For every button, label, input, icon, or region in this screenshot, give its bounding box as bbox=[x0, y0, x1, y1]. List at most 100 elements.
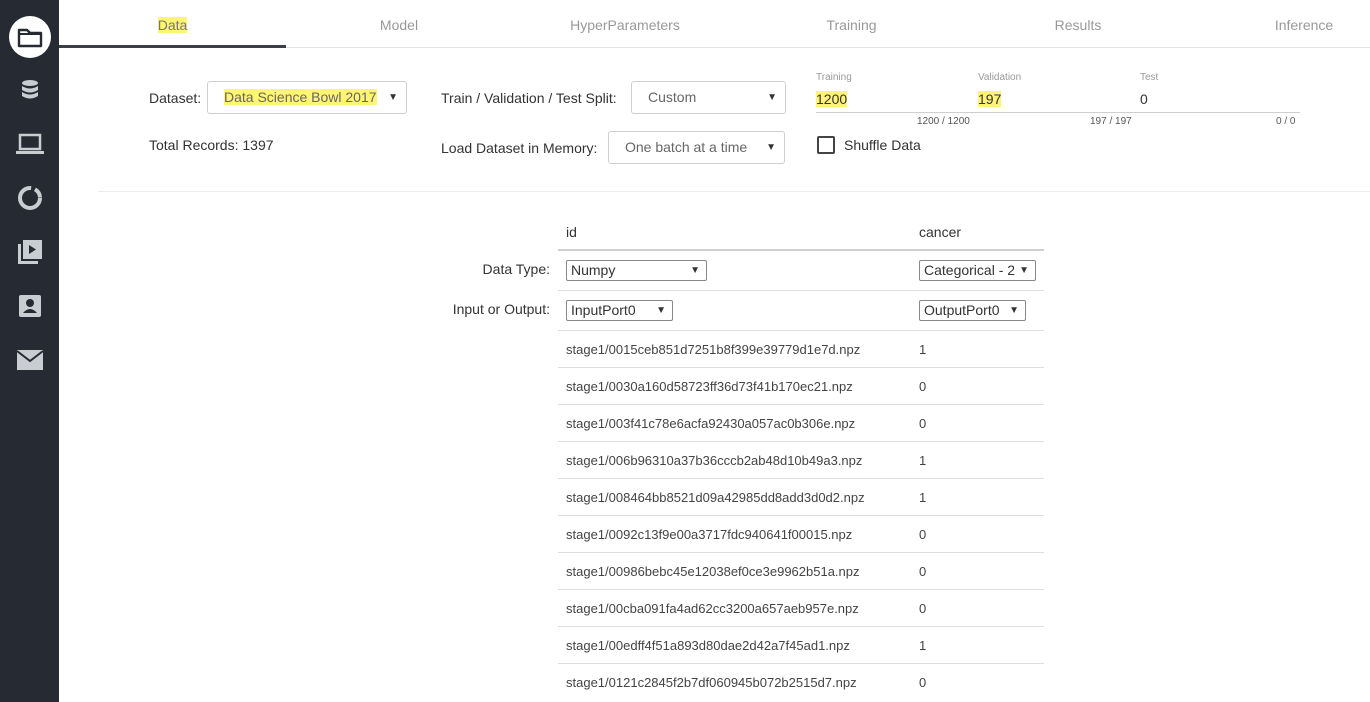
sidebar bbox=[0, 0, 59, 702]
sidebar-item-account[interactable] bbox=[0, 280, 59, 332]
port-value: InputPort0 bbox=[571, 302, 636, 318]
tab-data-label: Data bbox=[157, 17, 188, 33]
laptop-icon bbox=[15, 133, 44, 154]
cell-cancer: 0 bbox=[919, 564, 927, 579]
data-type-value: Categorical - 2 bbox=[924, 262, 1016, 278]
active-tab-underline bbox=[59, 45, 286, 48]
data-type-label: Data Type: bbox=[482, 261, 550, 277]
database-icon bbox=[21, 80, 38, 99]
sidebar-item-results[interactable] bbox=[0, 226, 59, 278]
cell-id: stage1/0030a160d58723ff36d73f41b170ec21.… bbox=[566, 379, 853, 394]
sidebar-item-training[interactable] bbox=[0, 172, 59, 224]
section-divider bbox=[98, 191, 1370, 192]
sidebar-item-datasets[interactable] bbox=[0, 64, 59, 116]
cell-id: stage1/008464bb8521d09a42985dd8add3d0d2.… bbox=[566, 490, 865, 505]
chevron-down-icon: ▼ bbox=[1009, 305, 1019, 316]
sidebar-item-messages[interactable] bbox=[0, 334, 59, 386]
training-value: 1200 bbox=[816, 91, 848, 107]
row-divider bbox=[558, 290, 1044, 291]
row-divider bbox=[558, 367, 1044, 368]
mail-icon bbox=[15, 350, 44, 370]
validation-ratio: 197 / 197 bbox=[1090, 116, 1132, 127]
memory-select-value: One batch at a time bbox=[625, 139, 748, 155]
test-value[interactable]: 0 bbox=[1140, 91, 1148, 107]
data-type-select-cancer[interactable]: Categorical - 2 ▼ bbox=[919, 260, 1036, 281]
test-ratio: 0 / 0 bbox=[1276, 116, 1296, 127]
split-underline bbox=[816, 112, 1300, 113]
training-ratio: 1200 / 1200 bbox=[917, 116, 970, 127]
chevron-down-icon: ▼ bbox=[767, 92, 777, 103]
cell-id: stage1/0121c2845f2b7df060945b072b2515d7.… bbox=[566, 675, 857, 690]
row-divider bbox=[558, 478, 1044, 479]
cell-id: stage1/00986bebc45e12038ef0ce3e9962b51a.… bbox=[566, 564, 860, 579]
test-label: Test bbox=[1140, 72, 1159, 83]
sidebar-item-data[interactable] bbox=[0, 11, 59, 63]
cell-cancer: 1 bbox=[919, 342, 927, 357]
column-header-id: id bbox=[566, 224, 577, 240]
tab-hyperparameters[interactable]: HyperParameters bbox=[512, 0, 738, 48]
tab-training[interactable]: Training bbox=[738, 0, 965, 48]
row-divider bbox=[558, 330, 1044, 331]
row-divider bbox=[558, 552, 1044, 553]
row-divider bbox=[558, 441, 1044, 442]
row-divider bbox=[558, 589, 1044, 590]
cell-cancer: 0 bbox=[919, 416, 927, 431]
row-divider bbox=[558, 515, 1044, 516]
training-label: Training bbox=[816, 72, 852, 83]
cell-id: stage1/0092c13f9e00a3717fdc940641f00015.… bbox=[566, 527, 853, 542]
split-select-value: Custom bbox=[648, 89, 697, 105]
cell-cancer: 0 bbox=[919, 379, 927, 394]
cell-cancer: 1 bbox=[919, 638, 927, 653]
training-value-input[interactable]: 1200 bbox=[816, 91, 848, 107]
cell-cancer: 1 bbox=[919, 453, 927, 468]
cell-id: stage1/006b96310a37b36cccb2ab48d10b49a3.… bbox=[566, 453, 863, 468]
cell-id: stage1/0015ceb851d7251b8f399e39779d1e7d.… bbox=[566, 342, 861, 357]
sidebar-item-models[interactable] bbox=[0, 118, 59, 170]
chevron-down-icon: ▼ bbox=[766, 142, 776, 153]
circle-progress-icon bbox=[17, 186, 42, 210]
dataset-label: Dataset: bbox=[149, 90, 202, 106]
cell-cancer: 1 bbox=[919, 490, 927, 505]
folder-icon bbox=[17, 28, 42, 48]
video-library-icon bbox=[17, 240, 42, 264]
chevron-down-icon: ▼ bbox=[1019, 265, 1029, 276]
validation-value-input[interactable]: 197 bbox=[978, 91, 1002, 107]
row-divider bbox=[558, 626, 1044, 627]
chevron-down-icon: ▼ bbox=[690, 265, 700, 276]
chevron-down-icon: ▼ bbox=[656, 305, 666, 316]
column-header-cancer: cancer bbox=[919, 224, 962, 240]
tab-model[interactable]: Model bbox=[286, 0, 512, 48]
validation-label: Validation bbox=[978, 72, 1022, 83]
split-label: Train / Validation / Test Split: bbox=[441, 90, 617, 106]
contact-card-icon bbox=[18, 295, 41, 317]
shuffle-checkbox[interactable] bbox=[817, 136, 835, 154]
split-select[interactable]: Custom ▼ bbox=[631, 81, 786, 114]
cell-id: stage1/00cba091fa4ad62cc3200a657aeb957e.… bbox=[566, 601, 859, 616]
memory-select[interactable]: One batch at a time ▼ bbox=[608, 131, 785, 164]
cell-id: stage1/00edff4f51a893d80dae2d42a7f45ad1.… bbox=[566, 638, 850, 653]
header-divider bbox=[558, 249, 1044, 251]
tab-inference[interactable]: Inference bbox=[1191, 0, 1370, 48]
port-select-cancer[interactable]: OutputPort0 ▼ bbox=[919, 300, 1026, 321]
port-value: OutputPort0 bbox=[924, 302, 1000, 318]
dataset-select[interactable]: Data Science Bowl 2017 ▼ bbox=[207, 81, 407, 114]
cell-cancer: 0 bbox=[919, 675, 927, 690]
active-indicator bbox=[8, 16, 51, 58]
cell-cancer: 0 bbox=[919, 527, 927, 542]
port-select-id[interactable]: InputPort0 ▼ bbox=[566, 300, 673, 321]
cell-id: stage1/003f41c78e6acfa92430a057ac0b306e.… bbox=[566, 416, 856, 431]
dataset-select-value: Data Science Bowl 2017 bbox=[224, 89, 377, 105]
io-label: Input or Output: bbox=[452, 301, 550, 317]
tab-results[interactable]: Results bbox=[965, 0, 1191, 48]
shuffle-label: Shuffle Data bbox=[844, 137, 921, 153]
chevron-down-icon: ▼ bbox=[388, 92, 398, 103]
data-type-select-id[interactable]: Numpy ▼ bbox=[566, 260, 707, 281]
tab-data[interactable]: Data bbox=[59, 0, 286, 48]
total-records: Total Records: 1397 bbox=[149, 137, 274, 153]
data-type-value: Numpy bbox=[571, 262, 616, 278]
validation-value: 197 bbox=[978, 91, 1002, 107]
cell-cancer: 0 bbox=[919, 601, 927, 616]
memory-label: Load Dataset in Memory: bbox=[441, 140, 598, 156]
row-divider bbox=[558, 663, 1044, 664]
row-divider bbox=[558, 404, 1044, 405]
